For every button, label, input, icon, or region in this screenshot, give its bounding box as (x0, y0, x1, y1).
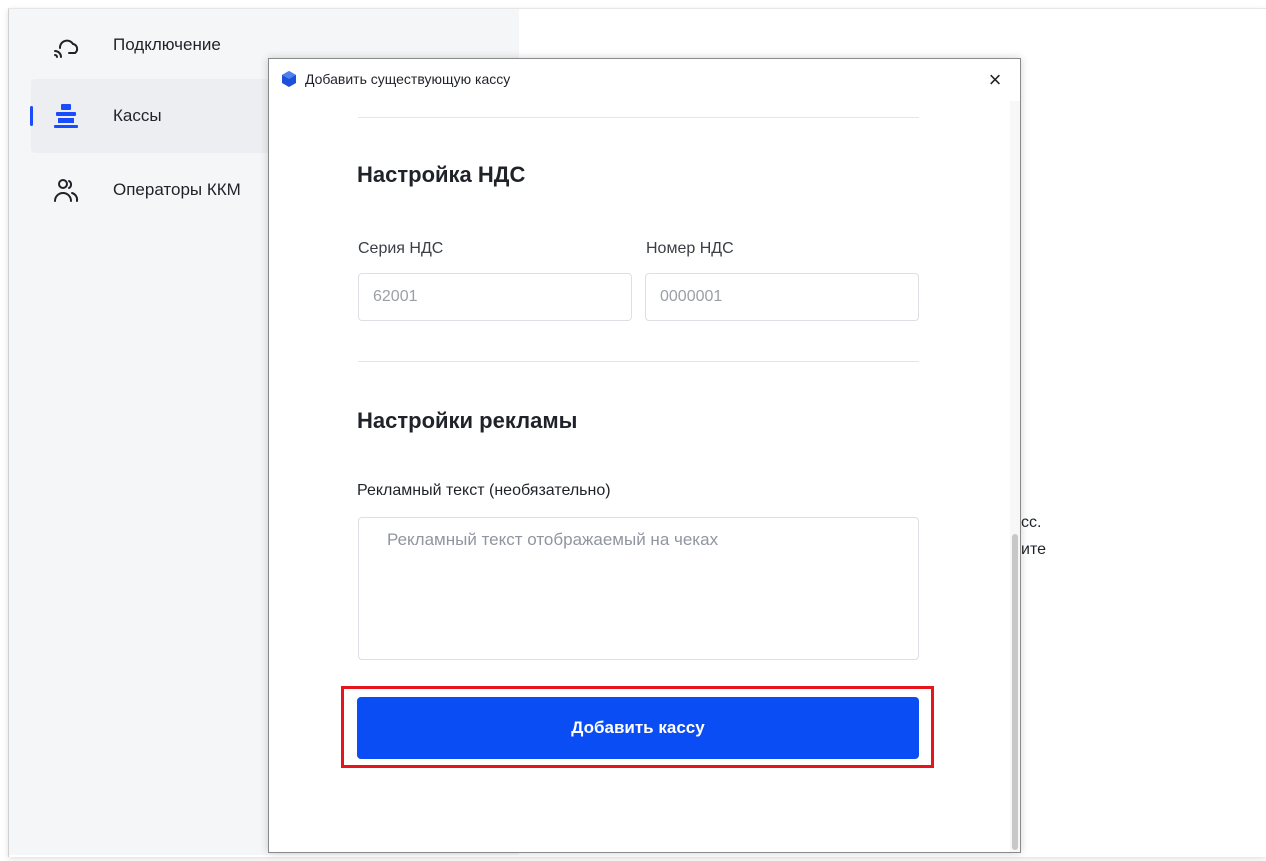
ads-section-title: Настройки рекламы (357, 408, 578, 433)
background-text: сс. (1021, 514, 1042, 531)
vat-series-label: Серия НДС (358, 240, 444, 257)
divider (358, 361, 919, 362)
app-logo-icon (280, 70, 298, 88)
sidebar-item-label: Операторы ККМ (113, 180, 241, 199)
scrollbar-thumb[interactable] (1012, 534, 1018, 850)
ad-text-label: Рекламный текст (необязательно) (357, 482, 611, 499)
vat-number-label: Номер НДС (646, 240, 734, 257)
dialog-titlebar[interactable]: Добавить существующую кассу × (269, 59, 1020, 101)
sidebar-item-label: Кассы (113, 106, 162, 125)
cash-register-icon (51, 101, 81, 131)
divider (358, 117, 919, 118)
close-button[interactable]: × (975, 63, 1015, 97)
operators-icon (51, 175, 81, 205)
background-text: ите (1021, 541, 1046, 558)
ad-text-input[interactable] (358, 517, 919, 660)
sidebar-item-label: Подключение (113, 35, 221, 54)
active-indicator (30, 106, 33, 126)
vat-section-title: Настройка НДС (357, 162, 526, 187)
vat-number-input[interactable] (645, 273, 919, 321)
cloud-connection-icon (51, 31, 81, 61)
add-register-dialog: Добавить существующую кассу × Настройка … (268, 58, 1021, 853)
add-register-button[interactable]: Добавить кассу (357, 697, 919, 759)
vat-series-input[interactable] (358, 273, 632, 321)
dialog-title: Добавить существующую кассу (305, 71, 511, 87)
